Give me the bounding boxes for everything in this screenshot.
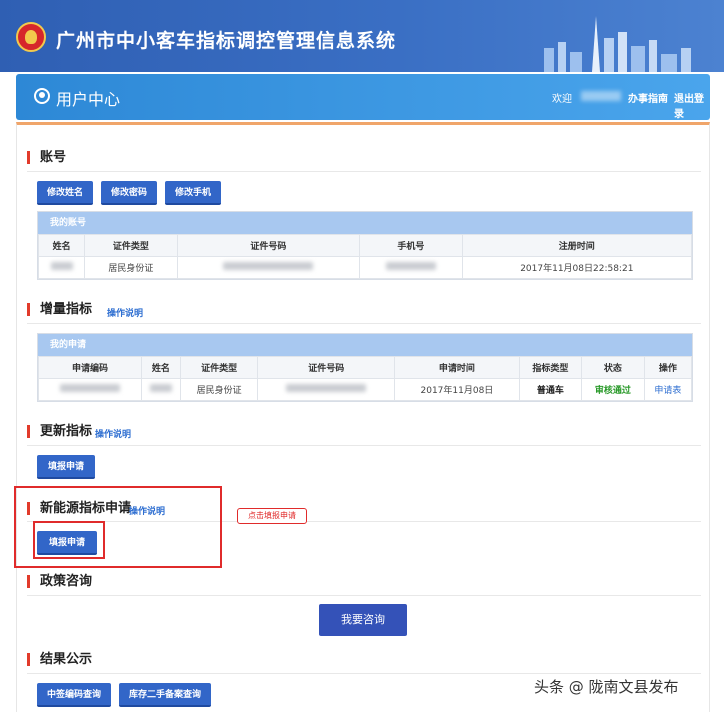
- callout-label: 点击填报申请: [237, 508, 307, 524]
- grid-title: 我的账号: [38, 212, 692, 234]
- column-header: 操作: [643, 356, 693, 379]
- blurred-name: [149, 384, 172, 392]
- application-table: 申请编码 姓名 证件类型 证件号码 申请时间 指标类型 状态 操作 居民身份证 …: [38, 356, 693, 401]
- column-header: 证件类型: [84, 234, 178, 257]
- table-row: 居民身份证 2017年11月08日22:58:21: [37, 256, 693, 279]
- watermark: 头条 @ 陇南文县发布: [534, 678, 679, 696]
- column-header: 状态: [581, 356, 645, 379]
- account-grid: 我的账号 姓名 证件类型 证件号码 手机号 注册时间 居民身份证 2017年11…: [37, 211, 693, 280]
- blurred-id-number: [286, 384, 367, 392]
- apply-time-cell: 2017年11月08日: [394, 378, 520, 401]
- column-header: 注册时间: [461, 234, 693, 257]
- user-center-bar: 用户中心 欢迎 办事指南 退出登录: [16, 74, 710, 120]
- user-center-title: 用户中心: [56, 90, 121, 109]
- divider: [27, 445, 701, 446]
- section-title-results: 结果公示: [27, 653, 92, 666]
- blurred-id-number: [223, 262, 314, 270]
- welcome-text: 欢迎: [552, 94, 572, 105]
- section-title-renew: 更新指标: [27, 425, 92, 438]
- quota-type-cell: 普通车: [518, 378, 583, 401]
- account-table: 姓名 证件类型 证件号码 手机号 注册时间 居民身份证 2017年11月08日2…: [37, 234, 693, 279]
- grid-title: 我的申请: [38, 334, 692, 356]
- consult-button[interactable]: 我要咨询: [319, 604, 407, 636]
- divider: [27, 595, 701, 596]
- edit-phone-button[interactable]: 修改手机: [165, 181, 221, 205]
- column-header: 申请编码: [38, 356, 142, 379]
- section-title-policy: 政策咨询: [27, 575, 92, 588]
- column-header: 申请时间: [394, 356, 520, 379]
- renew-help-link[interactable]: 操作说明: [95, 427, 131, 440]
- column-header: 姓名: [140, 356, 181, 379]
- city-skyline-icon: [544, 16, 691, 72]
- column-header: 证件类型: [179, 356, 259, 379]
- guangzhou-emblem-icon: [16, 22, 46, 52]
- winning-code-query-button[interactable]: 中签编码查询: [37, 683, 111, 707]
- status-badge: 审核通过: [581, 378, 645, 401]
- top-banner: 广州市中小客车指标调控管理信息系统: [0, 0, 724, 72]
- column-header: 证件号码: [176, 234, 361, 257]
- renew-apply-button[interactable]: 填报申请: [37, 455, 95, 479]
- column-header: 姓名: [37, 234, 86, 257]
- column-header: 指标类型: [518, 356, 583, 379]
- divider: [27, 323, 701, 324]
- table-row: 居民身份证 2017年11月08日 普通车 审核通过 申请表: [38, 378, 693, 401]
- divider: [27, 673, 701, 674]
- guide-link[interactable]: 办事指南: [628, 90, 668, 105]
- column-header: 证件号码: [257, 356, 396, 379]
- edit-password-button[interactable]: 修改密码: [101, 181, 157, 205]
- register-time-cell: 2017年11月08日22:58:21: [461, 256, 693, 279]
- username-blurred: [581, 91, 621, 101]
- application-form-link[interactable]: 申请表: [643, 378, 693, 401]
- blurred-phone: [385, 262, 436, 270]
- section-title-account: 账号: [27, 151, 66, 164]
- used-car-filing-query-button[interactable]: 库存二手备案查询: [119, 683, 211, 707]
- highlight-button-box: [33, 521, 105, 559]
- id-type-cell: 居民身份证: [179, 378, 259, 401]
- id-type-cell: 居民身份证: [84, 256, 178, 279]
- quota-help-link[interactable]: 操作说明: [107, 306, 143, 319]
- blurred-code: [59, 384, 120, 392]
- application-grid: 我的申请 申请编码 姓名 证件类型 证件号码 申请时间 指标类型 状态 操作 居…: [37, 333, 693, 402]
- blurred-name: [50, 262, 73, 270]
- section-title-quota: 增量指标: [27, 303, 92, 316]
- logout-link[interactable]: 退出登录: [674, 90, 710, 120]
- divider: [27, 171, 701, 172]
- system-title: 广州市中小客车指标调控管理信息系统: [56, 30, 397, 52]
- user-icon: [34, 88, 50, 104]
- edit-name-button[interactable]: 修改姓名: [37, 181, 93, 205]
- column-header: 手机号: [359, 234, 463, 257]
